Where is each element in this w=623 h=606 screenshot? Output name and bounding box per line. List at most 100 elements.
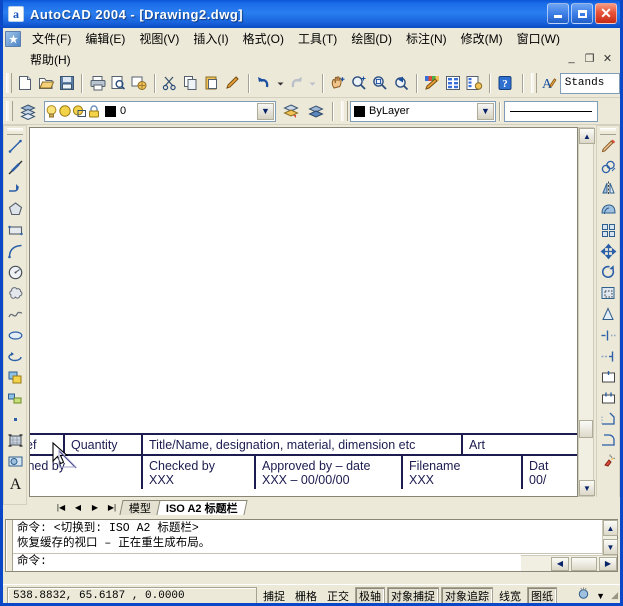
ellipse-icon[interactable] bbox=[4, 325, 26, 346]
move-icon[interactable] bbox=[597, 241, 619, 262]
status-toggle-grid[interactable]: 栅格 bbox=[291, 587, 321, 605]
pan-realtime-icon[interactable] bbox=[329, 72, 348, 95]
command-horizontal-scrollbar[interactable]: ◀ ▶ bbox=[521, 555, 617, 571]
hatch-icon[interactable] bbox=[4, 430, 26, 451]
construction-line-icon[interactable] bbox=[4, 157, 26, 178]
tab-model[interactable]: 模型 bbox=[119, 500, 161, 515]
text-style-icon[interactable]: A bbox=[540, 72, 559, 95]
explode-icon[interactable] bbox=[597, 451, 619, 472]
mdi-restore-button[interactable]: ❐ bbox=[581, 50, 598, 66]
command-scroll-up-button[interactable]: ▲ bbox=[603, 520, 618, 536]
stretch-icon[interactable] bbox=[597, 304, 619, 325]
match-properties-icon[interactable] bbox=[224, 72, 243, 95]
status-toggle-ortho[interactable]: 正交 bbox=[323, 587, 353, 605]
line-icon[interactable] bbox=[4, 136, 26, 157]
drawing-area[interactable]: m ref Quantity Title/Name, designation, … bbox=[27, 125, 620, 515]
scale-icon[interactable] bbox=[597, 283, 619, 304]
offset-icon[interactable] bbox=[597, 199, 619, 220]
properties-icon[interactable] bbox=[423, 72, 442, 95]
maximize-button[interactable] bbox=[571, 3, 593, 24]
tool-palettes-icon[interactable] bbox=[465, 72, 484, 95]
ellipse-arc-icon[interactable] bbox=[4, 346, 26, 367]
modify-toolbar-grip[interactable] bbox=[600, 128, 616, 135]
status-toggle-osnap[interactable]: 对象捕捉 bbox=[387, 586, 439, 605]
linetype-combo[interactable] bbox=[504, 100, 598, 122]
resize-grip-icon[interactable]: ◢ bbox=[611, 590, 618, 601]
status-expand-icon[interactable]: ▼ bbox=[596, 591, 605, 601]
menu-help[interactable]: 帮助(H) bbox=[23, 49, 78, 70]
zoom-realtime-icon[interactable] bbox=[350, 72, 369, 95]
plot-icon[interactable] bbox=[88, 72, 107, 95]
last-tab-button[interactable]: ▶| bbox=[104, 500, 120, 515]
mdi-minimize-button[interactable]: _ bbox=[563, 50, 580, 66]
undo-dropdown-icon[interactable] bbox=[276, 72, 285, 95]
status-toggle-lineweight[interactable]: 线宽 bbox=[495, 587, 525, 605]
command-scroll-left-button[interactable]: ◀ bbox=[551, 556, 569, 571]
save-icon[interactable] bbox=[57, 72, 76, 95]
trim-icon[interactable] bbox=[597, 325, 619, 346]
coordinate-display[interactable]: 538.8832, 65.6187 , 0.0000 bbox=[7, 586, 257, 605]
color-combo[interactable]: ByLayer ▼ bbox=[350, 100, 496, 122]
cut-icon[interactable] bbox=[161, 72, 180, 95]
mdi-close-button[interactable]: ✕ bbox=[599, 50, 616, 66]
menu-edit[interactable]: 编辑(E) bbox=[78, 28, 132, 49]
draw-toolbar-grip[interactable] bbox=[7, 128, 23, 135]
redo-dropdown-icon[interactable] bbox=[308, 72, 317, 95]
zoom-window-icon[interactable] bbox=[371, 72, 390, 95]
insert-block-icon[interactable] bbox=[4, 367, 26, 388]
minimize-button[interactable] bbox=[547, 3, 569, 24]
command-scroll-right-button[interactable]: ▶ bbox=[599, 556, 617, 571]
tab-iso-a2[interactable]: ISO A2 标题栏 bbox=[156, 500, 248, 515]
redo-icon[interactable] bbox=[287, 72, 306, 95]
fillet-icon[interactable] bbox=[597, 430, 619, 451]
text-style-combo[interactable]: Stands bbox=[559, 72, 621, 94]
scroll-up-button[interactable]: ▲ bbox=[579, 128, 595, 144]
layout-canvas[interactable]: m ref Quantity Title/Name, designation, … bbox=[29, 127, 578, 497]
menu-window[interactable]: 窗口(W) bbox=[510, 28, 567, 49]
status-toggle-paperspace[interactable]: 图纸 bbox=[527, 586, 557, 605]
layer-properties-manager-icon[interactable] bbox=[16, 100, 39, 123]
toolbar-grip[interactable] bbox=[6, 73, 13, 93]
layer-previous-icon[interactable] bbox=[279, 100, 302, 123]
prev-tab-button[interactable]: ◀ bbox=[70, 500, 86, 515]
mirror-icon[interactable] bbox=[597, 178, 619, 199]
menu-file[interactable]: 文件(F) bbox=[25, 28, 78, 49]
erase-icon[interactable] bbox=[597, 136, 619, 157]
menu-modify[interactable]: 修改(M) bbox=[454, 28, 510, 49]
open-icon[interactable] bbox=[36, 72, 55, 95]
drawing-vertical-scrollbar[interactable]: ▲ ▼ bbox=[578, 127, 595, 497]
designcenter-icon[interactable] bbox=[444, 72, 463, 95]
next-tab-button[interactable]: ▶ bbox=[87, 500, 103, 515]
rotate-icon[interactable] bbox=[597, 262, 619, 283]
menu-draw[interactable]: 绘图(D) bbox=[344, 28, 399, 49]
help-icon[interactable]: ? bbox=[496, 72, 515, 95]
break-at-point-icon[interactable] bbox=[597, 367, 619, 388]
styles-toolbar-grip[interactable] bbox=[530, 73, 537, 93]
multiline-text-icon[interactable]: A bbox=[4, 472, 26, 493]
command-window-inner[interactable]: 命令: <切换到: ISO A2 标题栏> 恢复缓存的视口 – 正在重生成布局。… bbox=[5, 519, 618, 572]
command-hscroll-thumb[interactable] bbox=[571, 556, 597, 571]
revision-cloud-icon[interactable] bbox=[4, 283, 26, 304]
new-icon[interactable] bbox=[15, 72, 34, 95]
menu-tools[interactable]: 工具(T) bbox=[291, 28, 344, 49]
polygon-icon[interactable] bbox=[4, 199, 26, 220]
zoom-previous-icon[interactable] bbox=[392, 72, 411, 95]
status-toggle-polar[interactable]: 极轴 bbox=[355, 586, 385, 605]
rectangle-icon[interactable] bbox=[4, 220, 26, 241]
menu-format[interactable]: 格式(O) bbox=[236, 28, 291, 49]
layer-combo-dropdown-arrow[interactable]: ▼ bbox=[257, 102, 274, 120]
circle-icon[interactable] bbox=[4, 262, 26, 283]
copy-icon[interactable] bbox=[182, 72, 201, 95]
spline-icon[interactable] bbox=[4, 304, 26, 325]
break-icon[interactable] bbox=[597, 388, 619, 409]
first-tab-button[interactable]: |◀ bbox=[53, 500, 69, 515]
region-icon[interactable] bbox=[4, 451, 26, 472]
menu-view[interactable]: 视图(V) bbox=[132, 28, 186, 49]
menu-dimension[interactable]: 标注(N) bbox=[399, 28, 454, 49]
status-toggle-snap[interactable]: 捕捉 bbox=[259, 587, 289, 605]
array-icon[interactable] bbox=[597, 220, 619, 241]
make-block-icon[interactable] bbox=[4, 388, 26, 409]
status-toggle-otrack[interactable]: 对象追踪 bbox=[441, 586, 493, 605]
layer-make-current-icon[interactable] bbox=[304, 100, 327, 123]
arc-icon[interactable] bbox=[4, 241, 26, 262]
